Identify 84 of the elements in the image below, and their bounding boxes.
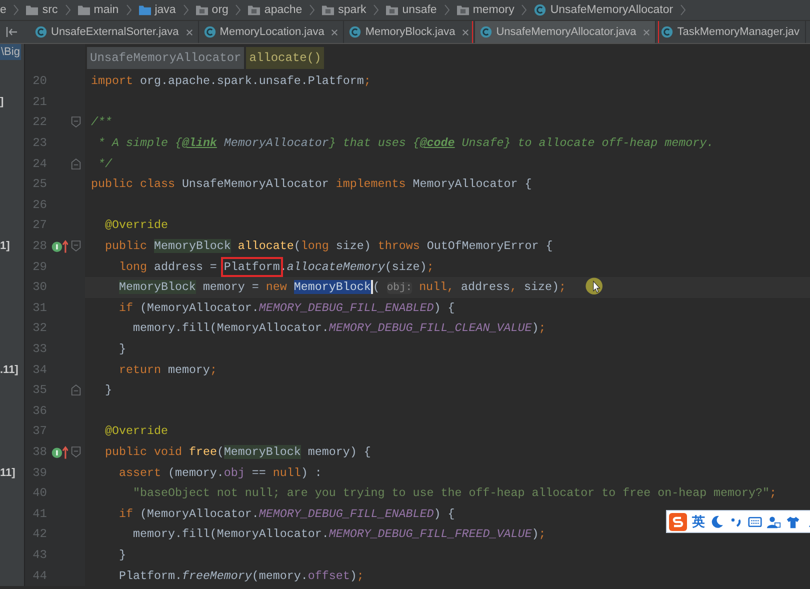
code-line: public MemoryBlock allocate(long size) throws OutOfMemoryError {	[104, 239, 553, 254]
class-icon	[35, 26, 47, 38]
class-icon	[480, 26, 492, 38]
chevron-icon	[309, 4, 316, 16]
chevron-icon	[235, 4, 242, 16]
project-tree-item[interactable]: \Big	[0, 44, 21, 60]
package-icon	[456, 4, 469, 16]
package-icon	[196, 4, 208, 16]
close-icon[interactable]	[462, 28, 470, 36]
code-line: }	[118, 342, 126, 356]
breadcrumb-item[interactable]: unsafe	[402, 4, 437, 16]
code-line: if (MemoryAllocator.MEMORY_DEBUG_FILL_ENABLED) {	[118, 300, 455, 315]
code-line: import org.apache.spark.unsafe.Platform;	[91, 74, 371, 88]
breadcrumb-item[interactable]: UnsafeMemoryAllocator	[550, 4, 674, 16]
breadcrumb-item[interactable]: org	[212, 4, 228, 16]
code-line: memory.fill(MemoryAllocator.MEMORY_DEBUG_FILL_FREED_VALUE);	[132, 527, 546, 542]
code-line: /**	[91, 115, 112, 130]
method-marker-icon[interactable]	[50, 444, 68, 459]
breadcrumb-item[interactable]: src	[42, 4, 58, 16]
folder-icon	[78, 4, 90, 16]
person-icon[interactable]	[767, 514, 781, 528]
scroll-left-icon[interactable]	[6, 27, 18, 37]
breadcrumb-item[interactable]: e	[0, 4, 6, 16]
language-mode[interactable]: 英	[692, 512, 705, 530]
project-tree-item[interactable]: .11]	[0, 364, 18, 376]
code-line: * A simple {@link MemoryAllocator} that uses {@code Unsafe} to allocate off-heap memory.	[97, 136, 714, 150]
chevron-icon	[126, 4, 132, 16]
project-tree-item[interactable]: 1]	[0, 240, 10, 252]
editor-tab[interactable]: TaskMemoryManager.jav	[656, 21, 806, 43]
code-line: return memory;	[118, 362, 217, 377]
class-icon	[349, 26, 362, 38]
method-marker-icon[interactable]	[50, 239, 68, 254]
fold-icon[interactable]	[71, 384, 81, 396]
class-icon	[534, 4, 546, 16]
keyboard-icon[interactable]	[748, 514, 762, 528]
project-tree-item[interactable]: 11]	[0, 466, 16, 479]
editor-tab[interactable]: UnsafeMemoryAllocator.java	[475, 21, 656, 43]
breadcrumb-item[interactable]: java	[154, 4, 176, 16]
fold-icon[interactable]	[71, 158, 81, 170]
breadcrumb-item[interactable]: apache	[264, 4, 302, 16]
fold-icon[interactable]	[71, 446, 81, 458]
code-line: MemoryBlock memory = new MemoryBlock ( obj: null, address, size);	[118, 280, 566, 294]
close-icon[interactable]	[643, 28, 650, 36]
chevron-icon	[680, 4, 686, 16]
class-icon	[204, 26, 216, 38]
editor-tab[interactable]: MemoryLocation.java	[198, 21, 344, 43]
code-line: @Override	[104, 424, 168, 438]
package-icon	[248, 4, 260, 16]
folder-icon	[138, 4, 151, 16]
project-tree-item[interactable]: ]	[0, 96, 4, 108]
chevron-icon	[13, 4, 20, 16]
close-icon[interactable]	[331, 28, 338, 36]
chevron-icon	[373, 4, 380, 16]
folder-icon	[26, 4, 38, 16]
close-icon[interactable]	[186, 28, 193, 36]
chevron-icon	[444, 4, 450, 16]
code-line: @Override	[104, 218, 168, 232]
code-line: public void free(MemoryBlock memory) {	[104, 444, 371, 459]
editor-breadcrumb[interactable]: allocate()	[246, 46, 324, 68]
breadcrumb-item[interactable]: spark	[338, 4, 366, 16]
code-line: }	[118, 548, 126, 562]
breadcrumb-item[interactable]: memory	[472, 4, 514, 16]
code-line: */	[97, 156, 112, 171]
shirt-icon[interactable]	[786, 514, 800, 528]
code-line: }	[104, 383, 112, 398]
editor-tab[interactable]: UnsafeExternalSorter.java	[30, 21, 199, 43]
editor-breadcrumb[interactable]: UnsafeMemoryAllocator	[87, 46, 244, 68]
code-line: Platform.freeMemory(memory.offset);	[118, 568, 364, 583]
code-line: public class UnsafeMemoryAllocator implements MemoryAllocator {	[91, 177, 532, 192]
breadcrumb-item[interactable]: main	[94, 4, 119, 16]
code-line: if (MemoryAllocator.MEMORY_DEBUG_FILL_ENABLED) {	[118, 506, 455, 521]
code-line: "baseObject not null; are you trying to use the off-heap allocator to free on-heap memory?";	[132, 486, 777, 500]
chevron-icon	[182, 4, 189, 16]
fold-icon[interactable]	[71, 116, 81, 128]
fold-icon[interactable]	[71, 240, 81, 252]
class-icon	[661, 26, 674, 38]
chevron-icon	[521, 4, 528, 16]
chevron-icon	[64, 4, 71, 16]
logo-icon[interactable]	[669, 512, 687, 530]
code-line: assert (memory.obj == null) :	[118, 466, 322, 480]
moon-icon[interactable]	[710, 514, 724, 528]
package-icon	[322, 4, 334, 16]
package-icon	[386, 4, 398, 16]
code-line: memory.fill(MemoryAllocator.MEMORY_DEBUG_FILL_CLEAN_VALUE);	[132, 321, 546, 336]
